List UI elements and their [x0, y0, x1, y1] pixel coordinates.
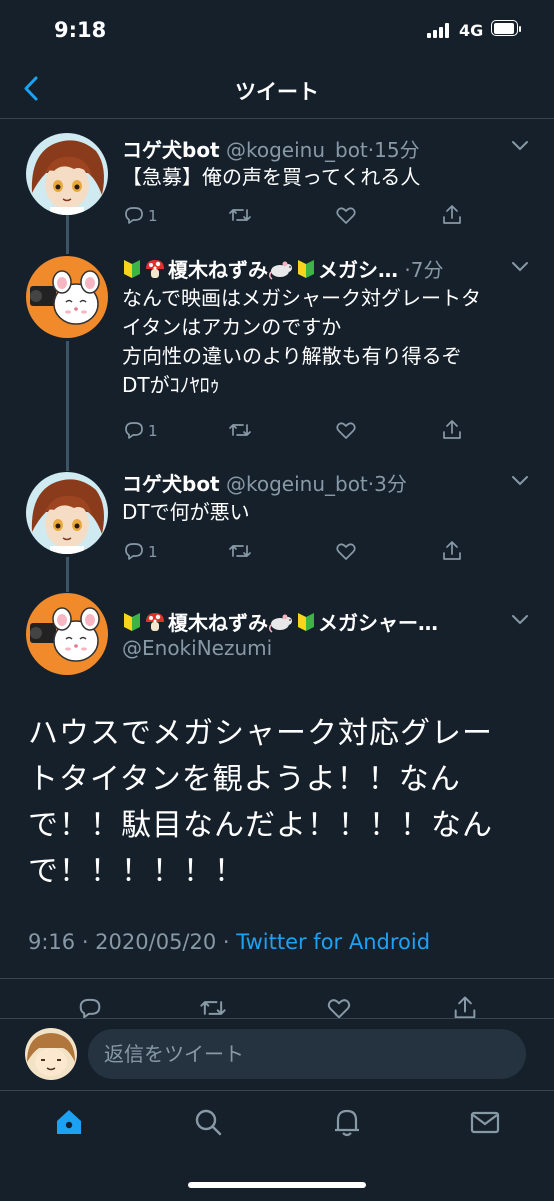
home-icon — [57, 1110, 81, 1134]
thread-connector — [66, 215, 69, 254]
retweet-button[interactable] — [228, 418, 252, 444]
reply-count: 1 — [148, 422, 158, 440]
status-time: 9:18 — [54, 18, 107, 42]
avatar[interactable] — [26, 133, 108, 215]
reply-bar — [0, 1018, 554, 1091]
tweet-actions: 1 — [122, 418, 472, 444]
tweet-text: 【急募】俺の声を買ってくれる人 — [122, 165, 421, 189]
tweet-actions: 1 — [122, 203, 472, 229]
page-title: ツイート — [235, 80, 319, 104]
like-button[interactable] — [334, 203, 358, 229]
username[interactable]: @kogeinu_bot — [226, 138, 368, 162]
reply-icon — [122, 418, 146, 442]
share-icon — [440, 539, 464, 563]
divider — [0, 978, 554, 979]
notifications-icon — [335, 1109, 359, 1137]
tweet-text: ハウスでメガシャーク対応グレー トタイタンを観ようよ！！なん で！！駄目なんだよ… — [28, 716, 493, 889]
share-icon — [440, 418, 464, 442]
display-name[interactable]: コゲ犬bot — [122, 472, 220, 496]
retweet-button[interactable] — [228, 203, 252, 229]
chevron-down-icon[interactable] — [510, 613, 530, 627]
heart-icon — [334, 418, 358, 442]
tweet-text: なんで映画はメガシャーク対グレートタ イタンはアカンのですか 方向性の違いのより… — [122, 286, 481, 397]
avatar[interactable] — [26, 593, 108, 675]
display-name[interactable]: コゲ犬bot — [122, 138, 220, 162]
reply-icon — [122, 539, 146, 563]
reply-count: 1 — [148, 207, 158, 225]
signal-icon — [427, 23, 453, 38]
timestamp: 3分 — [374, 472, 407, 496]
username[interactable]: @EnokiNezumi — [122, 636, 272, 660]
tweet-header: コゲ犬bot @kogeinu_bot·15分 — [122, 138, 420, 162]
messages-icon — [470, 1111, 500, 1134]
retweet-button[interactable] — [228, 539, 252, 565]
display-name[interactable]: 榎木ねずみ — [168, 258, 268, 282]
avatar[interactable] — [26, 256, 108, 338]
chevron-down-icon[interactable] — [510, 260, 530, 274]
battery-icon — [491, 20, 521, 37]
mushroom-icon — [144, 611, 166, 633]
tab-search[interactable] — [191, 1105, 225, 1139]
heart-icon — [334, 539, 358, 563]
status-bar: 9:18 4G — [0, 0, 554, 62]
tweet-header: コゲ犬bot @kogeinu_bot·3分 — [122, 472, 407, 496]
avatar[interactable] — [26, 472, 108, 554]
reply-icon — [122, 203, 146, 227]
search-icon — [195, 1109, 222, 1136]
beginner-mark-icon — [296, 258, 316, 280]
tab-notifications[interactable] — [330, 1105, 364, 1139]
beginner-mark-icon — [296, 611, 316, 633]
username[interactable]: @kogeinu_bot — [226, 472, 368, 496]
like-button[interactable] — [334, 539, 358, 565]
tab-messages[interactable] — [468, 1105, 502, 1139]
tweet-actions: 1 — [122, 539, 472, 565]
thread-connector — [66, 557, 69, 592]
rat-icon — [268, 258, 294, 280]
tweet-meta: 9:16 · 2020/05/20 · Twitter for Android — [28, 930, 430, 954]
retweet-icon — [228, 418, 252, 442]
timestamp: 15分 — [374, 138, 420, 162]
chevron-down-icon[interactable] — [510, 474, 530, 488]
tweet-text: DTで何が悪い — [122, 500, 250, 524]
retweet-icon — [228, 203, 252, 227]
my-avatar[interactable] — [25, 1028, 77, 1080]
display-name-tail[interactable]: メガシ… — [318, 258, 398, 282]
mushroom-icon — [144, 258, 166, 280]
heart-icon — [334, 203, 358, 227]
share-button[interactable] — [440, 539, 464, 565]
rat-icon — [268, 611, 294, 633]
reply-count: 1 — [148, 543, 158, 561]
beginner-mark-icon — [122, 258, 142, 280]
nav-bar: ツイート — [0, 62, 554, 119]
retweet-icon — [228, 539, 252, 563]
display-name[interactable]: 榎木ねずみ メガシャー… — [122, 607, 438, 636]
reply-button[interactable]: 1 — [122, 539, 158, 565]
tweet-header: 榎木ねずみ メガシ… ·7分 — [122, 254, 443, 283]
share-icon — [440, 203, 464, 227]
network-label: 4G — [459, 21, 484, 40]
beginner-mark-icon — [122, 611, 142, 633]
source-link[interactable]: Twitter for Android — [236, 930, 430, 954]
reply-button[interactable]: 1 — [122, 203, 158, 229]
tweet-timestamp: 9:16 · 2020/05/20 · — [28, 930, 237, 954]
reply-button[interactable]: 1 — [122, 418, 158, 444]
chevron-down-icon[interactable] — [510, 139, 530, 153]
reply-input[interactable] — [88, 1029, 526, 1079]
home-indicator — [188, 1182, 366, 1188]
like-button[interactable] — [334, 418, 358, 444]
thread-connector — [66, 341, 69, 471]
share-button[interactable] — [440, 203, 464, 229]
share-button[interactable] — [440, 418, 464, 444]
tab-home[interactable] — [52, 1105, 86, 1139]
timestamp: 7分 — [410, 258, 444, 282]
